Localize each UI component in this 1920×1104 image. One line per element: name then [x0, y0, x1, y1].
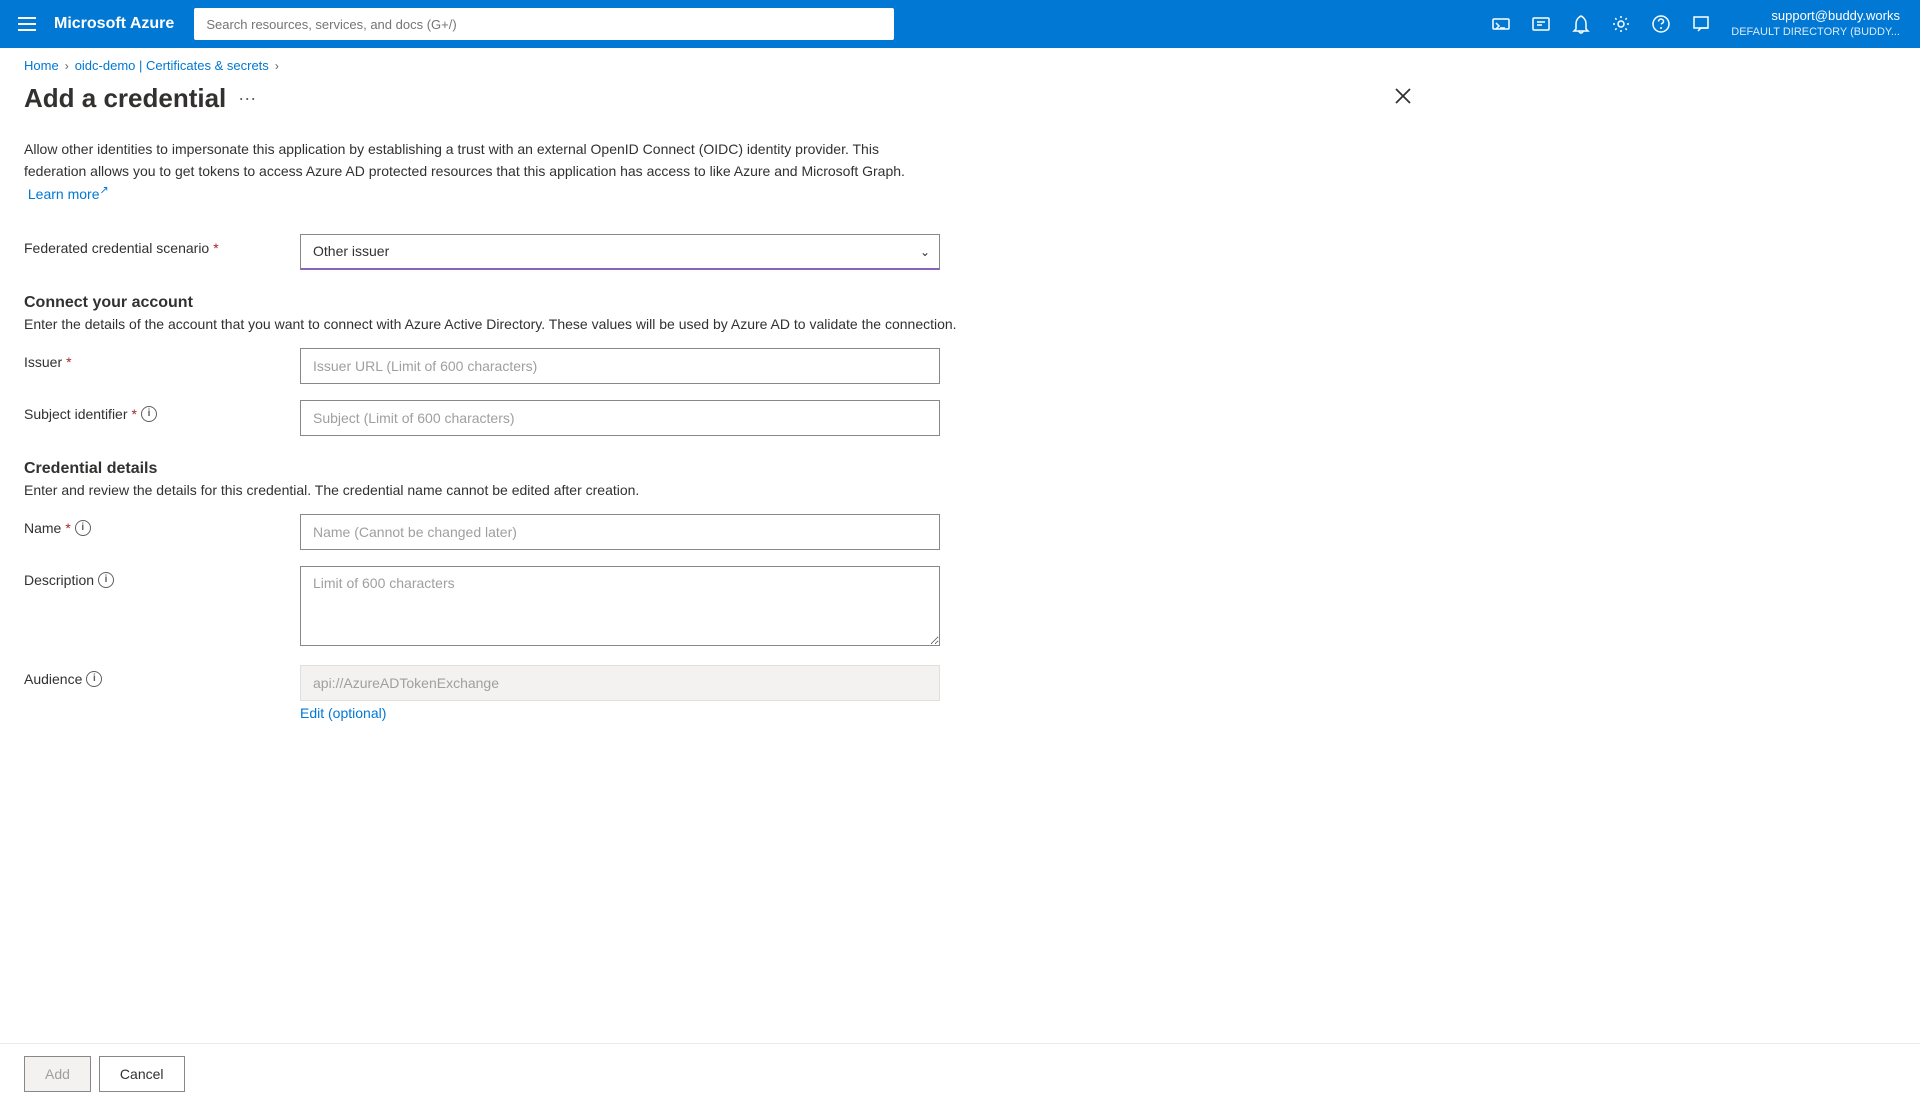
more-options-button[interactable]: ···	[238, 88, 256, 109]
breadcrumb-app[interactable]: oidc-demo | Certificates & secrets	[75, 58, 269, 73]
feedback-icon[interactable]	[1683, 6, 1719, 42]
directory-icon[interactable]	[1523, 6, 1559, 42]
breadcrumb-sep-2: ›	[275, 59, 279, 73]
credential-details-section: Credential details	[24, 460, 1416, 478]
credential-details-title: Credential details	[24, 460, 1416, 478]
subject-identifier-row: Subject identifier * i	[24, 400, 1416, 436]
notifications-icon[interactable]	[1563, 6, 1599, 42]
issuer-label: Issuer *	[24, 348, 284, 370]
federated-scenario-row: Federated credential scenario * Other is…	[24, 234, 1416, 270]
user-profile[interactable]: support@buddy.works DEFAULT DIRECTORY (B…	[1723, 8, 1908, 39]
cloud-shell-icon[interactable]	[1483, 6, 1519, 42]
connect-account-title: Connect your account	[24, 294, 1416, 312]
credential-details-desc: Enter and review the details for this cr…	[24, 482, 1416, 498]
name-input-wrapper	[300, 514, 940, 550]
connect-account-section: Connect your account	[24, 294, 1416, 312]
main-content: Add a credential ··· Allow other identit…	[0, 83, 1440, 821]
name-label: Name * i	[24, 514, 284, 536]
description-textarea-wrapper	[300, 566, 940, 649]
name-input[interactable]	[300, 514, 940, 550]
help-icon[interactable]	[1643, 6, 1679, 42]
issuer-input[interactable]	[300, 348, 940, 384]
breadcrumb-home[interactable]: Home	[24, 58, 59, 73]
hamburger-menu[interactable]	[12, 9, 42, 39]
page-description: Allow other identities to impersonate th…	[24, 138, 924, 206]
federated-scenario-dropdown-wrapper: Other issuer GitHub Actions deploying Az…	[300, 234, 940, 270]
breadcrumb: Home › oidc-demo | Certificates & secret…	[0, 48, 1920, 83]
audience-row: Audience i Edit (optional)	[24, 665, 1416, 721]
federated-scenario-select[interactable]: Other issuer GitHub Actions deploying Az…	[300, 234, 940, 270]
audience-label: Audience i	[24, 665, 284, 687]
footer-bar: Add Cancel	[0, 1043, 1920, 1104]
issuer-row: Issuer *	[24, 348, 1416, 384]
connect-account-desc: Enter the details of the account that yo…	[24, 316, 1416, 332]
required-star-scenario: *	[213, 240, 218, 256]
page-header: Add a credential ···	[24, 83, 1416, 114]
close-button[interactable]	[1390, 83, 1416, 114]
page-title: Add a credential	[24, 83, 226, 114]
description-label: Description i	[24, 566, 284, 588]
external-link-icon: ↗	[99, 185, 108, 197]
search-input[interactable]	[194, 8, 894, 40]
required-star-issuer: *	[66, 354, 71, 370]
edit-optional-link[interactable]: Edit (optional)	[300, 705, 940, 721]
name-info-icon[interactable]: i	[75, 520, 91, 536]
subject-identifier-label: Subject identifier * i	[24, 400, 284, 422]
user-directory: DEFAULT DIRECTORY (BUDDY...	[1731, 25, 1900, 39]
brand-name: Microsoft Azure	[54, 15, 174, 33]
audience-input-wrapper: Edit (optional)	[300, 665, 940, 721]
subject-identifier-input-wrapper	[300, 400, 940, 436]
audience-info-icon[interactable]: i	[86, 671, 102, 687]
issuer-input-wrapper	[300, 348, 940, 384]
settings-icon[interactable]	[1603, 6, 1639, 42]
add-button[interactable]: Add	[24, 1056, 91, 1092]
top-navigation: Microsoft Azure	[0, 0, 1920, 48]
cancel-button[interactable]: Cancel	[99, 1056, 185, 1092]
federated-scenario-label: Federated credential scenario *	[24, 234, 284, 256]
required-star-name: *	[65, 520, 70, 536]
audience-input	[300, 665, 940, 701]
breadcrumb-sep-1: ›	[65, 59, 69, 73]
description-row: Description i	[24, 566, 1416, 649]
search-container	[194, 8, 894, 40]
learn-more-link[interactable]: Learn more↗	[28, 186, 109, 202]
description-textarea[interactable]	[300, 566, 940, 646]
nav-icons: support@buddy.works DEFAULT DIRECTORY (B…	[1483, 6, 1908, 42]
name-row: Name * i	[24, 514, 1416, 550]
required-star-subject: *	[132, 406, 137, 422]
subject-info-icon[interactable]: i	[141, 406, 157, 422]
description-info-icon[interactable]: i	[98, 572, 114, 588]
subject-identifier-input[interactable]	[300, 400, 940, 436]
user-name: support@buddy.works	[1771, 8, 1900, 25]
